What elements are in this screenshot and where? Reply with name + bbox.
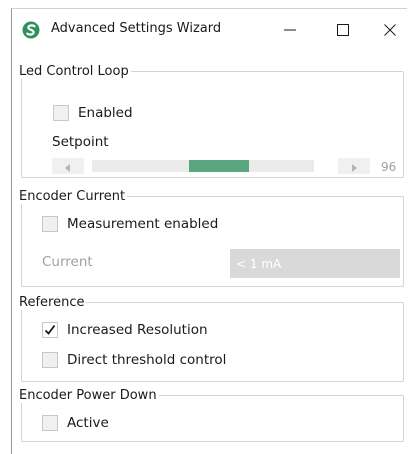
direct-threshold-checkbox-row[interactable]: Direct threshold control <box>42 352 226 368</box>
encoder-current-legend: Encoder Current <box>19 189 126 204</box>
encoder-power-down-legend: Encoder Power Down <box>19 388 157 403</box>
encoder-current-group: Encoder Current Measurement enabled Curr… <box>19 189 404 287</box>
slider-decrement-button[interactable] <box>52 158 84 174</box>
slider-track[interactable] <box>92 160 314 172</box>
app-logo-icon <box>22 21 40 39</box>
window-title: Advanced Settings Wizard <box>51 21 222 36</box>
active-checkbox[interactable] <box>42 415 58 431</box>
encoder-power-down-group: Encoder Power Down Active <box>19 388 404 442</box>
direct-threshold-checkbox[interactable] <box>42 352 58 368</box>
direct-threshold-label: Direct threshold control <box>67 352 227 368</box>
reference-legend: Reference <box>19 295 85 310</box>
setpoint-slider[interactable] <box>52 158 370 174</box>
current-label: Current <box>42 254 93 270</box>
setpoint-label: Setpoint <box>52 134 109 150</box>
slider-increment-button[interactable] <box>338 158 370 174</box>
increased-resolution-label: Increased Resolution <box>67 322 208 338</box>
active-label: Active <box>67 415 109 431</box>
setpoint-value: 96 <box>381 160 397 174</box>
minimize-icon <box>284 21 296 40</box>
led-control-loop-legend: Led Control Loop <box>19 64 129 79</box>
measurement-enabled-checkbox-row[interactable]: Measurement enabled <box>42 216 218 232</box>
enabled-checkbox[interactable] <box>53 105 69 121</box>
increased-resolution-checkbox[interactable] <box>42 322 58 338</box>
minimize-button[interactable] <box>270 15 310 45</box>
led-control-loop-group: Led Control Loop Enabled Setpoint 96 <box>19 64 404 178</box>
current-field[interactable] <box>230 249 400 278</box>
slider-handle[interactable] <box>189 160 249 172</box>
title-bar[interactable]: Advanced Settings Wizard <box>12 9 407 51</box>
active-checkbox-row[interactable]: Active <box>42 415 109 431</box>
maximize-icon <box>337 21 349 40</box>
enabled-label: Enabled <box>78 105 133 121</box>
measurement-enabled-label: Measurement enabled <box>67 216 219 232</box>
close-button[interactable] <box>370 15 408 45</box>
chevron-right-icon <box>351 157 357 176</box>
settings-window: Advanced Settings Wizard Led Control Loo… <box>11 8 407 454</box>
measurement-enabled-checkbox[interactable] <box>42 216 58 232</box>
checkmark-icon <box>44 321 56 340</box>
chevron-left-icon <box>65 157 71 176</box>
maximize-button[interactable] <box>323 15 363 45</box>
close-icon <box>384 21 396 40</box>
enabled-checkbox-row[interactable]: Enabled <box>53 105 133 121</box>
increased-resolution-checkbox-row[interactable]: Increased Resolution <box>42 322 208 338</box>
reference-group: Reference Increased Resolution Direct th… <box>19 295 404 382</box>
